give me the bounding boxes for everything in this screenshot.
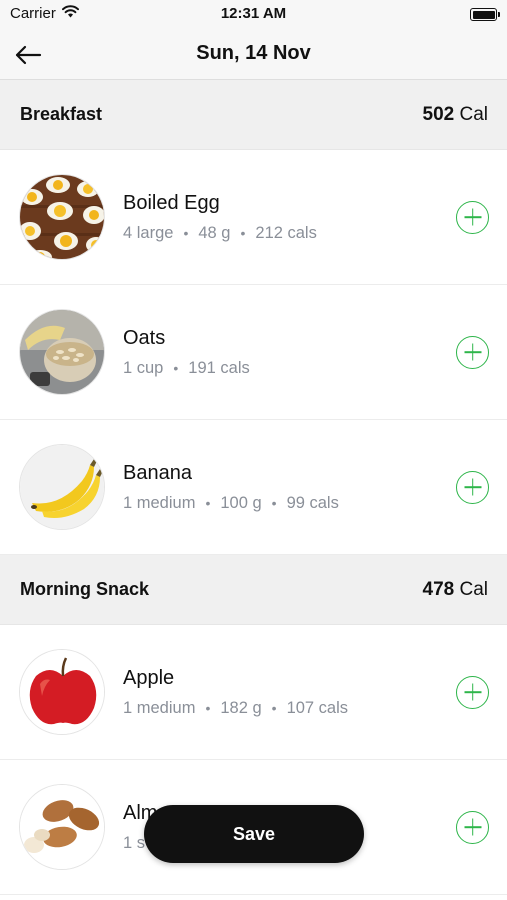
add-oats-button[interactable] [456,335,489,369]
separator-dot: • [205,700,211,716]
section-title: Morning Snack [20,579,150,599]
section-calories: 502 Cal [423,104,489,126]
calories: 107 cals [286,698,349,717]
food-info: Boiled Egg 4 large • 48 g • 212 cals [123,192,456,243]
calorie-unit: Cal [459,103,488,125]
add-boiled-egg-button[interactable] [456,200,489,234]
weight: 100 g [220,493,262,512]
food-meta: 1 medium • 100 g • 99 cals [123,494,456,513]
section-title: Breakfast [20,104,103,124]
add-apple-button[interactable] [456,675,489,709]
food-name: Oats [123,326,166,349]
battery-icon [470,8,500,21]
food-row-boiled-egg[interactable]: Boiled Egg 4 large • 48 g • 212 cals [0,150,507,285]
status-time: 12:31 AM [220,5,287,22]
boiled-egg-image [19,174,105,260]
serving-size: 1 medium [123,493,196,512]
apple-image [19,649,105,735]
food-row-apple[interactable]: Apple 1 medium • 182 g • 107 cals [0,625,507,760]
food-info: Oats 1 cup • 191 cals [123,327,456,378]
meal-list: Breakfast 502 Cal Boiled Egg 4 large • 4… [0,80,507,900]
separator-dot: • [173,360,179,376]
calorie-value: 502 [422,103,455,125]
calories: 191 cals [188,358,250,377]
food-row-banana[interactable]: Banana 1 medium • 100 g • 99 cals [0,420,507,555]
separator-dot: • [240,225,246,241]
weight: 182 g [220,698,262,717]
navigation-bar: Sun, 14 Nov [0,30,507,80]
serving-size: 4 large [123,223,174,242]
food-name: Banana [123,461,192,484]
calorie-unit: Cal [459,578,488,600]
food-info: Banana 1 medium • 100 g • 99 cals [123,462,456,513]
add-banana-button[interactable] [456,470,489,504]
serving-size: 1 cup [123,358,164,377]
almonds-image [19,784,105,870]
separator-dot: • [271,495,277,511]
food-name: Apple [123,666,175,689]
food-row-oats[interactable]: Oats 1 cup • 191 cals [0,285,507,420]
banana-image [19,444,105,530]
calories: 212 cals [255,223,317,242]
save-button[interactable]: Save [144,805,364,863]
add-almonds-button[interactable] [456,810,489,844]
food-meta: 4 large • 48 g • 212 cals [123,224,456,243]
separator-dot: • [271,700,277,716]
weight: 48 g [198,223,231,242]
calories: 99 cals [286,493,339,512]
food-name: Boiled Egg [123,191,220,214]
food-info: Apple 1 medium • 182 g • 107 cals [123,667,456,718]
section-header-breakfast: Breakfast 502 Cal [0,80,507,150]
oats-image [19,309,105,395]
food-meta: 1 cup • 191 cals [123,359,456,378]
page-title: Sun, 14 Nov [196,42,311,64]
food-meta: 1 medium • 182 g • 107 cals [123,699,456,718]
separator-dot: • [205,495,211,511]
serving-size: 1 medium [123,698,196,717]
status-bar: Carrier 12:31 AM [0,0,507,30]
section-calories: 478 Cal [423,579,489,601]
separator-dot: • [183,225,189,241]
section-header-morning-snack: Morning Snack 478 Cal [0,555,507,625]
calorie-value: 478 [422,578,455,600]
serving-size: 1 s [123,833,146,852]
